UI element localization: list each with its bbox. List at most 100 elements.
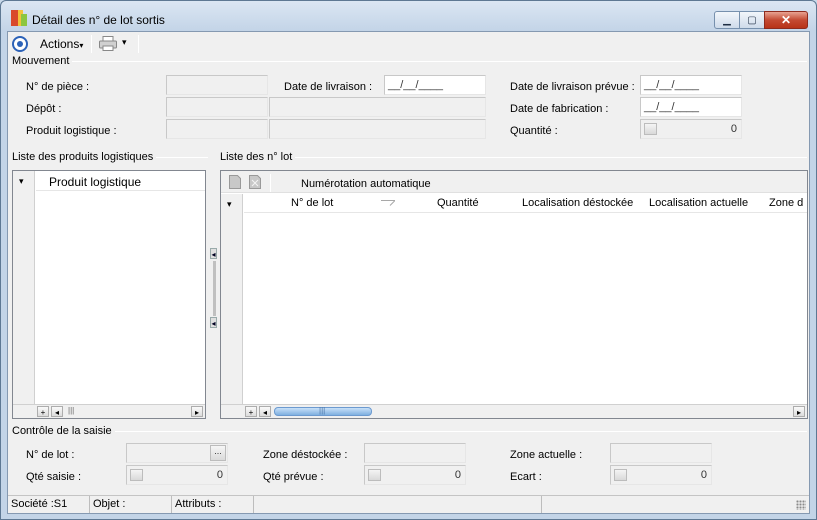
splitter-right-icon[interactable]: ◂ xyxy=(210,317,217,328)
num-piece-field[interactable] xyxy=(166,75,268,95)
attributs-status: Attributs : xyxy=(172,496,254,513)
calculator-icon[interactable] xyxy=(644,123,657,135)
actions-label: Actions xyxy=(40,37,80,51)
status-panel xyxy=(254,496,542,513)
num-lot-field[interactable]: ... xyxy=(126,443,228,463)
scroll-right-icon[interactable]: ▸ xyxy=(191,406,203,417)
num-lot-label: N° de lot : xyxy=(26,449,75,461)
chevron-down-icon: ▾ xyxy=(79,41,84,50)
products-grid[interactable]: ▾ Produit logistique + ◂ ||| ▸ xyxy=(12,170,206,419)
zone-actuelle-field[interactable] xyxy=(610,443,712,463)
societe-status: Société :S1 xyxy=(8,496,90,513)
mouvement-title: Mouvement xyxy=(12,55,73,67)
zone-destockee-field[interactable] xyxy=(364,443,466,463)
num-lot-column[interactable]: N° de lot xyxy=(291,197,333,209)
print-dropdown-icon[interactable]: ▾ xyxy=(122,37,127,48)
new-document-icon[interactable] xyxy=(229,175,241,189)
depot-name-field[interactable] xyxy=(269,97,486,117)
lots-row-header xyxy=(221,194,243,418)
minimize-icon: ▁ xyxy=(723,14,731,26)
add-icon[interactable]: + xyxy=(245,406,257,417)
zone-actuelle-label: Zone actuelle : xyxy=(510,449,583,461)
calculator-icon[interactable] xyxy=(614,469,627,481)
row-indicator-icon: ▾ xyxy=(227,199,232,209)
splitter-handle[interactable] xyxy=(213,261,216,316)
resize-grip-icon[interactable] xyxy=(796,500,806,510)
produit-logistique-code-field[interactable] xyxy=(166,119,268,139)
minimize-button[interactable]: ▁ xyxy=(714,11,740,29)
grip-icon: ||| xyxy=(319,406,326,415)
date-fabrication-label: Date de fabrication : xyxy=(510,103,609,115)
produit-logistique-label: Produit logistique : xyxy=(26,125,117,137)
grip-icon[interactable]: ||| xyxy=(68,406,74,415)
close-icon: ✕ xyxy=(780,13,792,27)
zone-destockee-label: Zone déstockée : xyxy=(263,449,348,461)
ecart-label: Ecart : xyxy=(510,471,542,483)
qte-prevue-field[interactable]: 0 xyxy=(364,465,466,485)
status-bar: Société :S1 Objet : Attributs : xyxy=(8,495,809,513)
toolbar-separator xyxy=(270,174,271,192)
products-hscroll[interactable]: + ◂ ||| ▸ xyxy=(13,404,205,418)
toolbar: Actions▾ ▾ xyxy=(8,32,809,56)
calculator-icon[interactable] xyxy=(130,469,143,481)
date-fabrication-field[interactable]: __/__/____ xyxy=(640,97,742,117)
qte-saisie-label: Qté saisie : xyxy=(26,471,82,483)
products-column-header[interactable]: Produit logistique xyxy=(36,171,205,191)
splitter-left-icon[interactable]: ◂ xyxy=(210,248,217,259)
lots-divider xyxy=(220,157,807,158)
date-livraison-prevue-field[interactable]: __/__/____ xyxy=(640,75,742,95)
printer-icon[interactable] xyxy=(99,36,117,51)
actions-menu-button[interactable]: Actions▾ xyxy=(36,35,87,53)
date-livraison-field[interactable]: __/__/____ xyxy=(384,75,486,95)
produit-logistique-name-field[interactable] xyxy=(269,119,486,139)
depot-code-field[interactable] xyxy=(166,97,268,117)
scroll-right-icon[interactable]: ▸ xyxy=(793,406,805,417)
products-list-title: Liste des produits logistiques xyxy=(12,151,157,163)
localisation-actuelle-column[interactable]: Localisation actuelle xyxy=(649,197,748,209)
record-icon[interactable] xyxy=(12,36,28,52)
zone-column[interactable]: Zone d xyxy=(769,197,803,209)
calculator-icon[interactable] xyxy=(368,469,381,481)
num-piece-label: N° de pièce : xyxy=(26,81,90,93)
lots-grid[interactable]: Numérotation automatique ▾ N° de lot Qua… xyxy=(220,170,808,419)
toolbar-separator xyxy=(138,35,139,53)
scroll-thumb[interactable]: ||| xyxy=(274,406,372,416)
date-livraison-prevue-label: Date de livraison prévue : xyxy=(510,81,635,93)
date-livraison-label: Date de livraison : xyxy=(284,81,373,93)
controle-divider xyxy=(12,431,807,432)
toolbar-separator xyxy=(91,35,92,53)
sort-icon[interactable] xyxy=(381,200,395,206)
quantite-field[interactable]: 0 xyxy=(640,119,742,139)
window: Détail des n° de lot sortis ▁ ▢ ✕ Action… xyxy=(0,0,817,520)
scroll-left-icon[interactable]: ◂ xyxy=(51,406,63,417)
auto-numbering-label[interactable]: Numérotation automatique xyxy=(301,178,431,190)
ellipsis-button[interactable]: ... xyxy=(210,445,226,461)
depot-label: Dépôt : xyxy=(26,103,62,115)
add-icon[interactable]: + xyxy=(37,406,49,417)
qte-saisie-value: 0 xyxy=(216,469,223,481)
row-indicator-icon: ▾ xyxy=(19,176,24,186)
maximize-icon: ▢ xyxy=(747,14,757,26)
qte-saisie-field[interactable]: 0 xyxy=(126,465,228,485)
qte-prevue-value: 0 xyxy=(454,469,461,481)
quantite-value: 0 xyxy=(730,123,737,135)
maximize-button[interactable]: ▢ xyxy=(739,11,765,29)
app-icon xyxy=(11,10,27,26)
scroll-left-icon[interactable]: ◂ xyxy=(259,406,271,417)
localisation-destockee-column[interactable]: Localisation déstockée xyxy=(522,197,633,209)
qte-prevue-label: Qté prévue : xyxy=(263,471,324,483)
lots-hscroll[interactable]: + ◂ ||| ▸ xyxy=(221,404,807,418)
quantite-column[interactable]: Quantité xyxy=(437,197,479,209)
title-bar[interactable]: Détail des n° de lot sortis ▁ ▢ ✕ xyxy=(1,1,816,31)
lots-list-title: Liste des n° lot xyxy=(220,151,296,163)
ecart-field[interactable]: 0 xyxy=(610,465,712,485)
mouvement-divider xyxy=(12,61,807,62)
produit-logistique-column[interactable]: Produit logistique xyxy=(49,175,141,189)
close-button[interactable]: ✕ xyxy=(764,11,808,29)
objet-status: Objet : xyxy=(90,496,172,513)
products-row-header xyxy=(13,171,35,418)
controle-title: Contrôle de la saisie xyxy=(12,425,115,437)
window-title: Détail des n° de lot sortis xyxy=(32,13,165,27)
quantite-label: Quantité : xyxy=(510,125,558,137)
delete-document-icon[interactable] xyxy=(249,175,261,189)
